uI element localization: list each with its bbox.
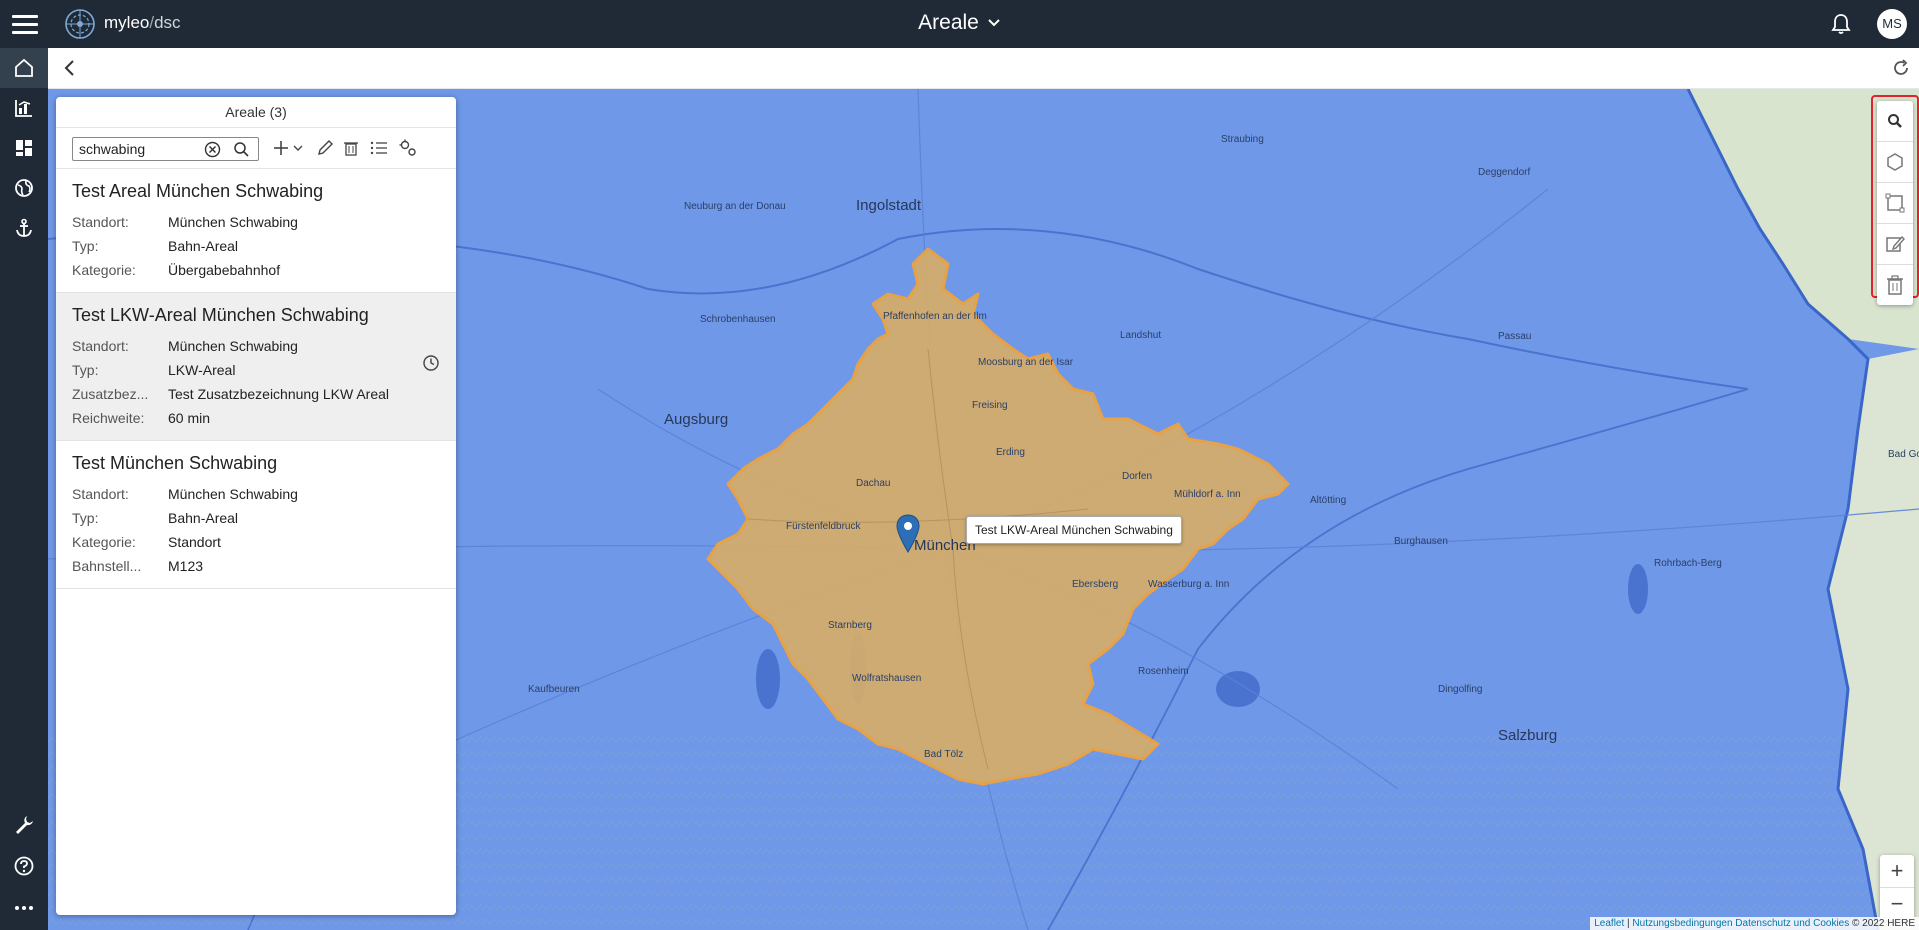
nav-home[interactable]	[0, 48, 48, 88]
zoom-out-button[interactable]: −	[1880, 888, 1914, 920]
field-label: Standort:	[72, 486, 129, 502]
map-pin-icon[interactable]	[895, 514, 921, 554]
left-nav	[0, 48, 48, 930]
delete-button[interactable]	[340, 137, 362, 159]
home-icon	[15, 58, 33, 77]
field-label: Typ:	[72, 238, 99, 254]
list-item[interactable]: Test Areal München Schwabing Standort: Mü…	[56, 169, 456, 293]
app-name: myleo/dsc	[104, 13, 181, 32]
field-value: München Schwabing	[168, 214, 298, 230]
field-value: Test Zusatzbezeichnung LKW Areal	[168, 386, 390, 402]
search-input[interactable]	[79, 140, 199, 158]
draw-toolbar	[1871, 95, 1919, 305]
anchor-icon	[16, 218, 32, 237]
field-label: Kategorie:	[72, 534, 136, 550]
areale-panel: Areale (3) Test Areal München Schwabing …	[56, 97, 456, 915]
zoom-control: + −	[1880, 855, 1914, 920]
field-label: Typ:	[72, 362, 99, 378]
page-title-dropdown[interactable]: Areale	[918, 11, 1001, 35]
list-view-button[interactable]	[368, 137, 390, 159]
edit-button[interactable]	[314, 137, 336, 159]
result-title: Test München Schwabing	[72, 453, 278, 473]
top-bar: myleo/dsc Areale MS	[0, 0, 1919, 48]
hamburger-menu-icon[interactable]	[12, 12, 38, 34]
help-icon	[14, 856, 34, 876]
sub-toolbar	[48, 48, 1919, 89]
zoom-in-button[interactable]: +	[1880, 855, 1914, 888]
field-value: 60 min	[168, 410, 211, 426]
field-label: Kategorie:	[72, 262, 136, 278]
chart-icon	[15, 100, 32, 117]
more-icon	[15, 906, 33, 910]
polygon-icon	[1887, 153, 1903, 171]
map-tooltip: Test LKW-Areal München Schwabing	[966, 516, 1182, 544]
field-label: Standort:	[72, 214, 129, 230]
list-item[interactable]: Test München Schwabing Standort: München …	[56, 441, 456, 589]
avatar[interactable]: MS	[1877, 9, 1907, 39]
refresh-icon[interactable]	[1891, 58, 1911, 78]
pencil-icon	[318, 140, 333, 155]
list-item-selected[interactable]: Test LKW-Areal München Schwabing Standor…	[56, 293, 456, 441]
field-label: Bahnstell...	[72, 558, 142, 574]
draw-polygon-button[interactable]	[1877, 142, 1913, 183]
rectangle-icon	[1885, 193, 1905, 213]
bell-icon[interactable]	[1830, 13, 1852, 35]
terms-link[interactable]: Nutzungsbedingungen Datenschutz und Cook…	[1632, 918, 1849, 929]
delete-layers-button[interactable]	[1877, 265, 1913, 305]
map-attribution: Leaflet | Nutzungsbedingungen Datenschut…	[1590, 917, 1919, 930]
field-value: Übergabebahnhof	[168, 262, 281, 278]
nav-settings[interactable]	[0, 804, 48, 844]
back-arrow-icon[interactable]	[60, 58, 80, 78]
field-value: Bahn-Areal	[168, 510, 239, 526]
nav-analytics[interactable]	[0, 88, 48, 128]
plus-icon	[274, 141, 288, 155]
list-icon	[370, 141, 387, 155]
trash-icon	[344, 142, 358, 156]
globe-icon	[15, 179, 33, 197]
field-value: München Schwabing	[168, 338, 298, 354]
clock-icon[interactable]	[422, 354, 440, 372]
search-icon	[1888, 114, 1902, 128]
chevron-down-icon	[988, 19, 1000, 27]
edit-layers-button[interactable]	[1877, 224, 1913, 265]
edit-icon	[1886, 235, 1905, 252]
map-search-button[interactable]	[1877, 101, 1913, 142]
field-value: Bahn-Areal	[168, 238, 239, 254]
result-title: Test LKW-Areal München Schwabing	[72, 305, 369, 325]
field-value: Standort	[168, 534, 221, 550]
myleo-logo-icon	[65, 9, 95, 39]
clear-search-icon[interactable]	[204, 141, 221, 158]
leaflet-link[interactable]: Leaflet	[1594, 918, 1624, 929]
trash-icon	[1887, 275, 1903, 295]
field-label: Reichweite:	[72, 410, 145, 426]
result-title: Test Areal München Schwabing	[72, 181, 324, 201]
page-title: Areale	[918, 11, 979, 34]
nav-anchor[interactable]	[0, 208, 48, 248]
field-label: Zusatzbez...	[72, 386, 149, 402]
field-value: München Schwabing	[168, 486, 298, 502]
dashboard-icon	[16, 140, 32, 156]
settings-icon	[399, 139, 416, 156]
field-value: LKW-Areal	[168, 362, 236, 378]
wrench-icon	[16, 816, 33, 834]
draw-rectangle-button[interactable]	[1877, 183, 1913, 224]
nav-dashboard[interactable]	[0, 128, 48, 168]
panel-title: Areale (3)	[56, 97, 456, 128]
add-button[interactable]	[270, 137, 306, 159]
nav-help[interactable]	[0, 846, 48, 886]
nav-globe[interactable]	[0, 168, 48, 208]
field-label: Standort:	[72, 338, 129, 354]
search-icon[interactable]	[233, 141, 250, 158]
panel-toolbar	[56, 128, 456, 169]
field-label: Typ:	[72, 510, 99, 526]
field-value: M123	[168, 558, 204, 574]
chevron-down-icon	[293, 145, 303, 151]
nav-more[interactable]	[0, 888, 48, 928]
settings-button[interactable]	[396, 137, 420, 159]
search-box	[72, 137, 259, 161]
